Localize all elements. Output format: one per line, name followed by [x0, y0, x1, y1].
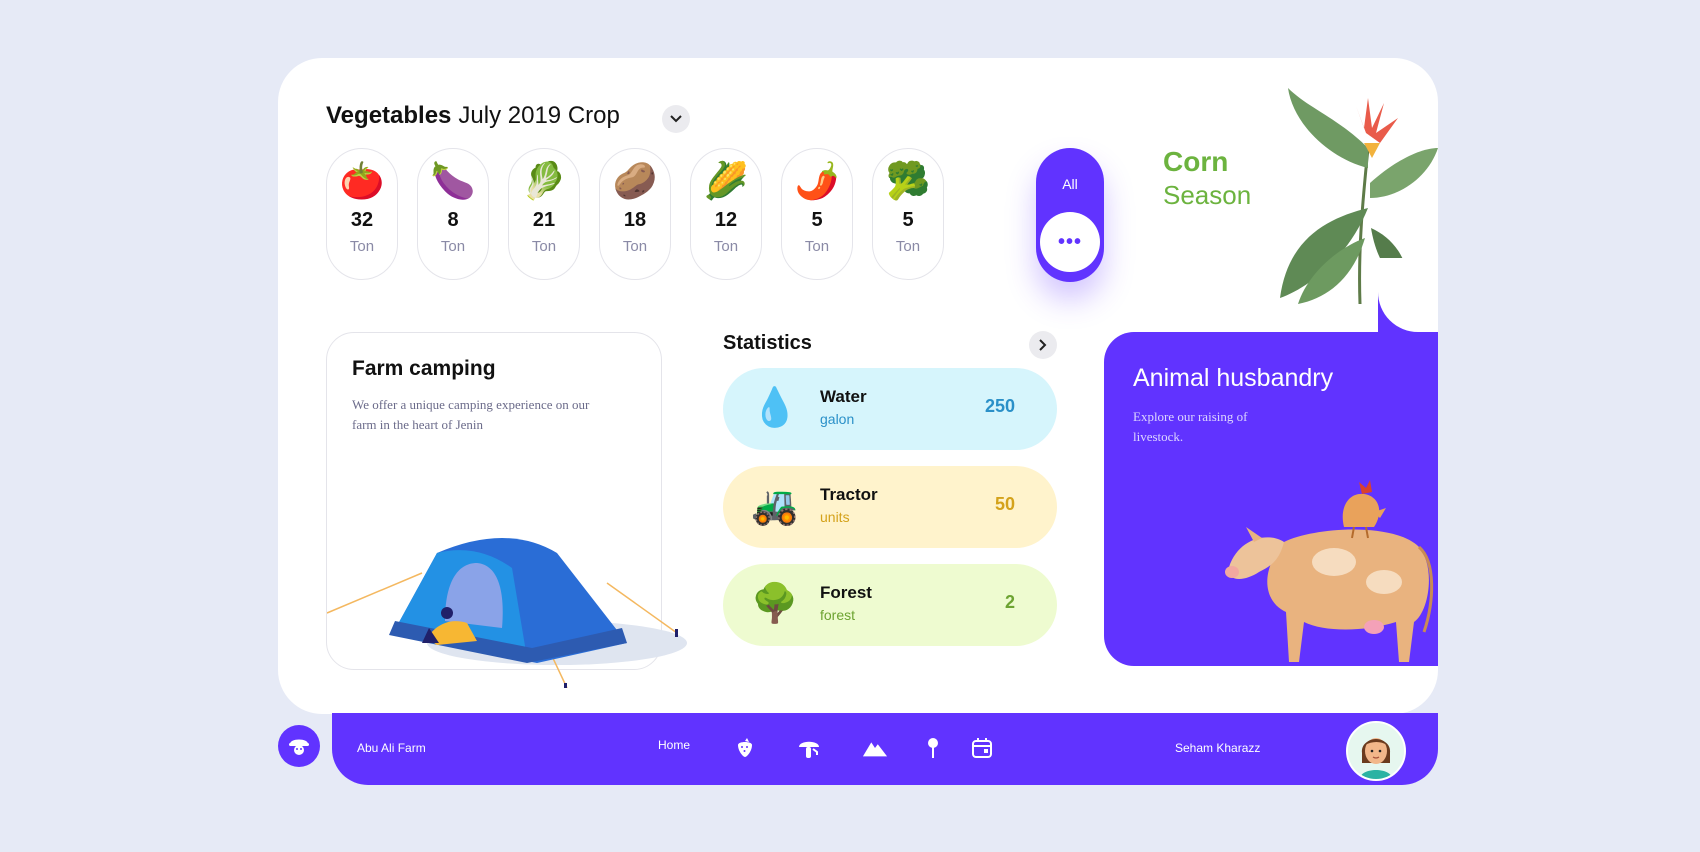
potato-icon: 🥔: [612, 160, 658, 201]
vegetable-unit: Ton: [713, 238, 739, 255]
cow-illustration: [1225, 480, 1434, 662]
stat-water[interactable]: 💧 Water galon 250: [723, 368, 1057, 450]
vegetable-value: 32: [350, 209, 374, 231]
stat-name: Tractor: [820, 485, 878, 504]
vegetable-list: 🍅 32 Ton 🍆 8 Ton 🥬 21 Ton 🥔 18 Ton 🌽 12 Ton 🌶️ 5 Ton…: [326, 148, 944, 280]
season-label: Corn Season: [1163, 146, 1251, 211]
animal-husbandry-title: Animal husbandry: [1133, 364, 1334, 392]
stat-tractor[interactable]: 🚜 Tractor units 50: [723, 466, 1057, 548]
vegetable-value: 12: [714, 209, 738, 231]
stat-unit: units: [820, 509, 850, 525]
vegetable-card[interactable]: 🍅 32 Ton: [326, 148, 398, 280]
vegetable-value: 21: [532, 209, 556, 231]
nav-mountain[interactable]: [862, 735, 888, 761]
broccoli-icon: 🥦: [885, 160, 931, 201]
eggplant-icon: 🍆: [430, 160, 476, 201]
farm-camping-card[interactable]: Farm camping We offer a unique camping e…: [326, 332, 687, 688]
title-bold: Vegetables: [326, 102, 452, 129]
farm-camping-description: We offer a unique camping experience on …: [352, 397, 590, 432]
nav-mushroom[interactable]: [796, 735, 822, 761]
statistics-title: Statistics: [723, 332, 812, 354]
corn-icon: 🌽: [703, 160, 749, 201]
season-crop: Corn: [1163, 146, 1229, 177]
stat-value: 250: [984, 396, 1015, 416]
nav-calendar[interactable]: [969, 735, 995, 761]
crop-dropdown-button[interactable]: [662, 105, 690, 133]
vegetable-value: 5: [811, 209, 823, 231]
nav-location[interactable]: [920, 735, 946, 761]
vegetable-unit: Ton: [440, 238, 466, 255]
chevron-right-icon: [1039, 339, 1047, 351]
stat-value: 2: [1004, 592, 1015, 612]
stat-unit: galon: [820, 411, 855, 427]
filter-toggle[interactable]: All •••: [1036, 148, 1104, 282]
tractor-icon: 🚜: [751, 485, 799, 527]
bottom-navigation: Abu Ali Farm Home Seham Kharazz: [332, 713, 1438, 785]
lettuce-icon: 🥬: [521, 160, 567, 201]
vegetable-unit: Ton: [349, 238, 375, 255]
main-card: Vegetables July 2019 Crop 🍅 32 Ton 🍆 8 Ton 🥬…: [278, 58, 1438, 714]
more-options-button[interactable]: •••: [1040, 212, 1100, 272]
avatar[interactable]: [1346, 721, 1406, 781]
stat-unit: forest: [820, 607, 856, 623]
strawberry-icon: [738, 738, 752, 757]
stat-value: 50: [994, 494, 1015, 514]
filter-all-label[interactable]: All: [1036, 176, 1104, 192]
vegetable-card[interactable]: 🌽 12 Ton: [690, 148, 762, 280]
tomato-icon: 🍅: [339, 160, 385, 201]
animal-husbandry-description: Explore our raising of livestock.: [1133, 409, 1248, 444]
farm-logo-button[interactable]: [278, 725, 320, 767]
nav-strawberry[interactable]: [732, 735, 758, 761]
location-pin-icon: [928, 738, 938, 758]
vegetable-value: 8: [447, 209, 459, 231]
vegetable-unit: Ton: [622, 238, 648, 255]
farm-name: Abu Ali Farm: [357, 741, 426, 755]
stat-name: Forest: [820, 583, 872, 602]
nav-home[interactable]: Home: [658, 738, 690, 752]
user-name: Seham Kharazz: [1175, 741, 1261, 755]
farmer-logo-icon: [289, 739, 309, 755]
vegetable-unit: Ton: [804, 238, 830, 255]
avatar-illustration: [1348, 723, 1404, 779]
farm-camping-title: Farm camping: [352, 357, 496, 380]
season-word: Season: [1163, 180, 1252, 210]
title-rest: July 2019 Crop: [458, 102, 620, 129]
tree-icon: 🌳: [751, 583, 799, 625]
vegetable-unit: Ton: [895, 238, 921, 255]
tent-illustration: [327, 538, 687, 688]
vegetable-value: 18: [623, 209, 647, 231]
mushroom-icon: [799, 741, 819, 758]
vegetable-card[interactable]: 🥦 5 Ton: [872, 148, 944, 280]
page-title: Vegetables July 2019 Crop: [326, 102, 620, 130]
water-drop-icon: 💧: [751, 387, 799, 429]
vegetable-card[interactable]: 🌶️ 5 Ton: [781, 148, 853, 280]
mountain-icon: [862, 742, 888, 757]
animal-husbandry-card[interactable]: Animal husbandry Explore our raising of …: [1104, 332, 1438, 666]
statistics-next-button[interactable]: [1029, 331, 1057, 359]
vegetable-card[interactable]: 🍆 8 Ton: [417, 148, 489, 280]
calendar-icon: [972, 738, 992, 758]
stat-forest[interactable]: 🌳 Forest forest 2: [723, 564, 1057, 646]
vegetable-card[interactable]: 🥬 21 Ton: [508, 148, 580, 280]
vegetable-value: 5: [902, 209, 914, 231]
vegetable-card[interactable]: 🥔 18 Ton: [599, 148, 671, 280]
chili-icon: 🌶️: [794, 160, 840, 201]
vegetable-unit: Ton: [531, 238, 557, 255]
chevron-down-icon: [670, 115, 682, 123]
stat-name: Water: [820, 387, 867, 406]
